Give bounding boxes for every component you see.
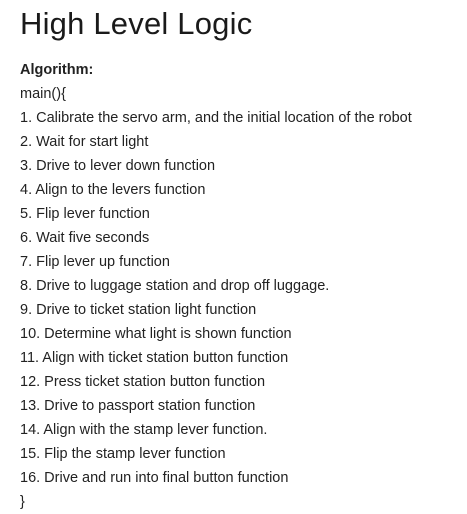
step-line: 3. Drive to lever down function bbox=[20, 158, 216, 174]
step-line: 13. Drive to passport station function bbox=[20, 398, 256, 414]
code-close-line: } bbox=[20, 494, 25, 510]
algorithm-section: Algorithm: main(){ 1. Calibrate the serv… bbox=[20, 58, 460, 514]
step-line: 1. Calibrate the servo arm, and the init… bbox=[20, 110, 412, 126]
step-line: 4. Align to the levers function bbox=[20, 182, 206, 198]
step-line: 14. Align with the stamp lever function. bbox=[20, 422, 268, 438]
code-open-line: main(){ bbox=[20, 86, 66, 102]
step-line: 9. Drive to ticket station light functio… bbox=[20, 302, 257, 318]
step-line: 11. Align with ticket station button fun… bbox=[20, 350, 289, 366]
step-line: 16. Drive and run into final button func… bbox=[20, 470, 289, 486]
page-title: High Level Logic bbox=[20, 6, 253, 41]
step-line: 8. Drive to luggage station and drop off… bbox=[20, 278, 330, 294]
algorithm-heading: Algorithm: bbox=[20, 62, 94, 78]
step-line: 2. Wait for start light bbox=[20, 134, 149, 150]
step-line: 5. Flip lever function bbox=[20, 206, 150, 222]
step-line: 6. Wait five seconds bbox=[20, 230, 150, 246]
step-line: 10. Determine what light is shown functi… bbox=[20, 326, 292, 342]
step-line: 7. Flip lever up function bbox=[20, 254, 170, 270]
step-line: 15. Flip the stamp lever function bbox=[20, 446, 226, 462]
step-line: 12. Press ticket station button function bbox=[20, 374, 266, 390]
